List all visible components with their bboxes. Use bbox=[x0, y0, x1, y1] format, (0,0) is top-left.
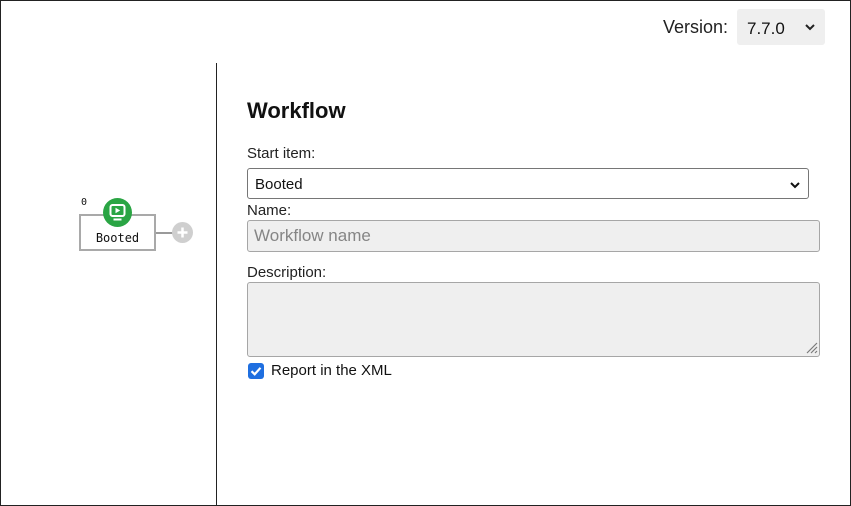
start-item-select[interactable]: Booted bbox=[247, 168, 809, 199]
form-title: Workflow bbox=[247, 98, 346, 123]
name-label: Name: bbox=[247, 202, 292, 219]
chevron-down-icon bbox=[790, 182, 800, 189]
description-textarea[interactable] bbox=[247, 282, 820, 357]
panel-divider bbox=[216, 63, 217, 505]
chevron-down-icon bbox=[805, 24, 815, 31]
version-label: Version: bbox=[663, 17, 729, 37]
node-label: Booted bbox=[95, 231, 140, 245]
workflow-name-input[interactable] bbox=[247, 220, 820, 252]
report-in-xml-checkbox[interactable] bbox=[248, 363, 264, 379]
description-label: Description: bbox=[247, 264, 327, 281]
app-frame bbox=[0, 0, 851, 506]
report-in-xml-label[interactable]: Report in the XML bbox=[271, 362, 392, 379]
node-count: 0 bbox=[81, 197, 88, 208]
start-item-label: Start item: bbox=[247, 145, 316, 162]
version-value: 7.7.0 bbox=[747, 19, 785, 38]
start-item-value: Booted bbox=[255, 176, 303, 193]
resize-grip-icon[interactable] bbox=[804, 340, 818, 354]
version-select[interactable]: 7.7.0 bbox=[737, 9, 825, 45]
plus-circle-icon[interactable] bbox=[172, 222, 193, 243]
monitor-play-icon bbox=[103, 198, 132, 227]
